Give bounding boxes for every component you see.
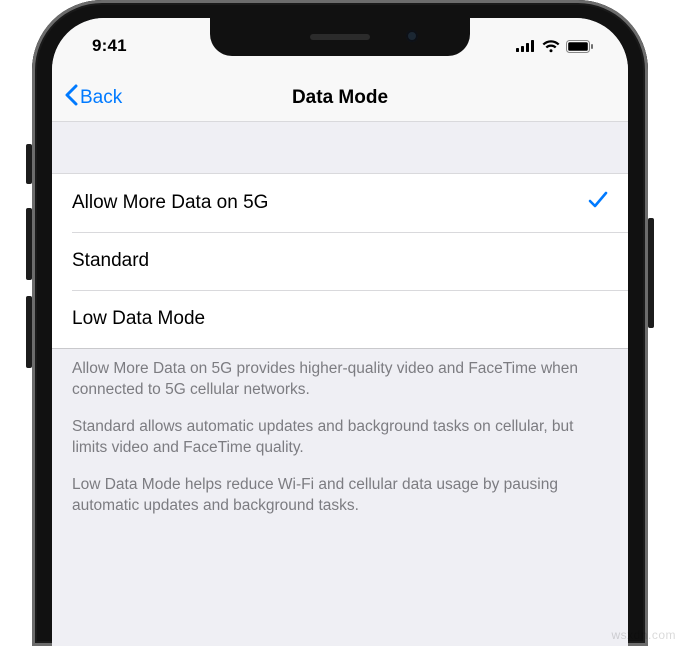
footer-paragraph: Standard allows automatic updates and ba… [72,417,608,459]
footer-description: Allow More Data on 5G provides higher-qu… [52,349,628,517]
option-label: Low Data Mode [72,308,205,330]
watermark: wsxdn.com [611,628,676,642]
option-allow-more-data-5g[interactable]: Allow More Data on 5G [52,174,628,232]
option-standard[interactable]: Standard [52,232,628,290]
battery-icon [566,40,594,53]
checkmark-icon [588,191,608,215]
screen: 9:41 [52,18,628,646]
phone-frame: 9:41 [32,0,648,646]
option-label: Allow More Data on 5G [72,192,268,214]
chevron-left-icon [64,84,78,112]
speaker-grille [310,34,370,40]
option-low-data-mode[interactable]: Low Data Mode [52,290,628,348]
footer-paragraph: Low Data Mode helps reduce Wi-Fi and cel… [72,475,608,517]
nav-bar: Back Data Mode [52,74,628,122]
footer-paragraph: Allow More Data on 5G provides higher-qu… [72,359,608,401]
status-time: 9:41 [92,36,127,56]
phone-power-button [648,218,654,328]
back-label: Back [80,87,122,109]
wifi-icon [542,40,560,53]
options-list: Allow More Data on 5G Standard Low Data … [52,174,628,348]
notch [210,18,470,56]
cellular-signal-icon [516,40,536,52]
option-label: Standard [72,250,149,272]
status-icons [516,40,594,53]
group-header-spacer [52,122,628,174]
front-camera [406,30,418,42]
page-title: Data Mode [52,87,628,109]
back-button[interactable]: Back [64,84,122,112]
